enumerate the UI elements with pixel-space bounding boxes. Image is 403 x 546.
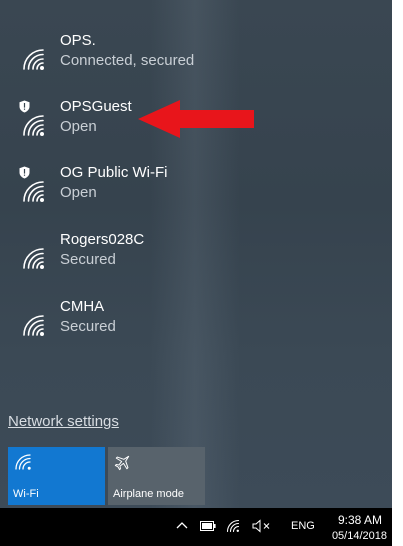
chevron-up-icon[interactable] (176, 521, 188, 529)
red-arrow-annotation (138, 100, 254, 138)
network-name: Rogers028C (60, 231, 145, 248)
network-status: Connected, secured (60, 52, 195, 69)
taskbar: ENG 9:38 AM 05/14/2018 (0, 508, 392, 546)
network-name: CMHA (60, 298, 105, 315)
battery-icon[interactable] (200, 521, 216, 531)
network-name: OG Public Wi-Fi (60, 164, 168, 181)
input-language-indicator[interactable]: ENG (291, 520, 315, 532)
network-settings-link[interactable]: Network settings (8, 413, 119, 430)
network-name: OPSGuest (60, 98, 132, 115)
volume-muted-icon[interactable] (252, 519, 274, 533)
network-item-ops[interactable]: OPS. Connected, secured (0, 32, 392, 98)
wifi-icon (15, 454, 31, 470)
network-item-og-public-wifi[interactable]: OG Public Wi-Fi Open (0, 164, 392, 230)
wifi-icon[interactable] (226, 519, 240, 533)
wifi-icon (23, 49, 44, 70)
wifi-tile-label: Wi-Fi (13, 488, 39, 500)
wifi-icon (23, 248, 44, 269)
wifi-icon (23, 315, 44, 336)
network-name: OPS. (60, 32, 96, 49)
network-status: Open (60, 118, 97, 135)
network-status: Secured (60, 251, 116, 268)
wifi-icon (23, 181, 44, 202)
network-item-rogers028c[interactable]: Rogers028C Secured (0, 231, 392, 297)
clock-time[interactable]: 9:38 AM (338, 513, 382, 527)
wifi-toggle-tile[interactable]: Wi-Fi (8, 447, 105, 505)
airplane-icon (114, 455, 130, 471)
network-item-cmha[interactable]: CMHA Secured (0, 298, 392, 364)
airplane-mode-tile[interactable]: Airplane mode (108, 447, 205, 505)
network-flyout: OPS. Connected, secured OPSGuest Open OG… (0, 0, 392, 508)
network-status: Secured (60, 318, 116, 335)
clock-date[interactable]: 05/14/2018 (332, 530, 387, 542)
airplane-tile-label: Airplane mode (113, 488, 184, 500)
network-status: Open (60, 184, 97, 201)
wifi-icon (23, 115, 44, 136)
